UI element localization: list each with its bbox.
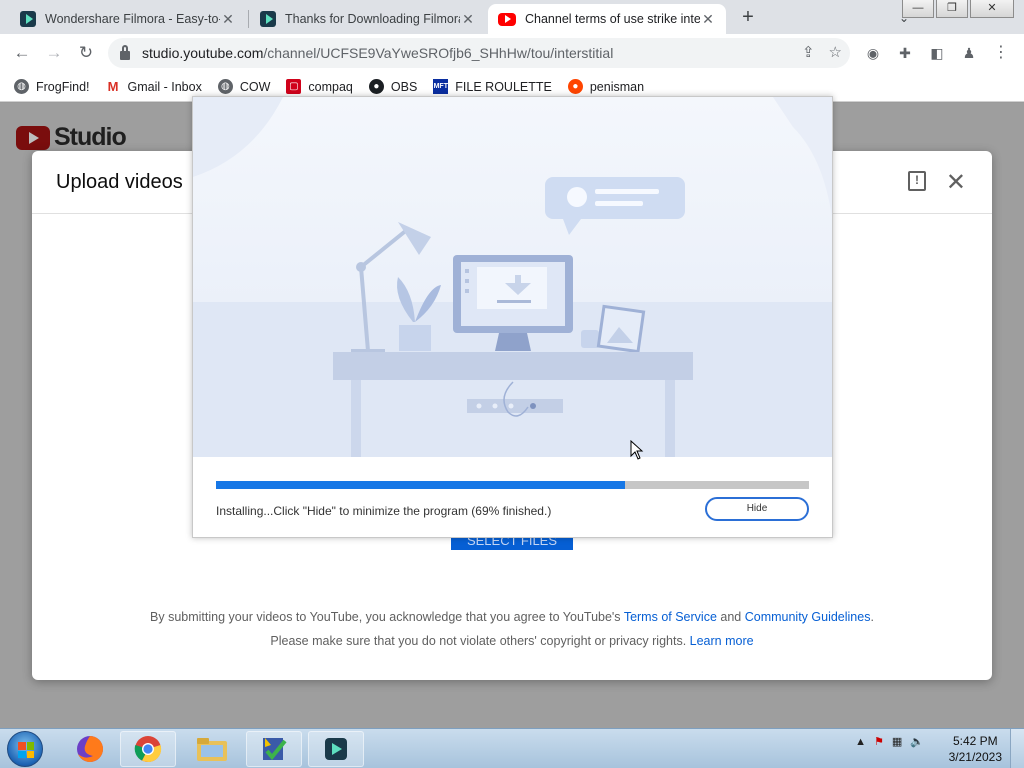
bookmark-label: FrogFind!	[36, 79, 90, 94]
installer-window: Installing...Click "Hide" to minimize th…	[192, 96, 833, 538]
install-progress-fill	[216, 481, 626, 489]
tab-channel-terms[interactable]: Channel terms of use strike inter ✕	[488, 4, 726, 34]
close-tab-icon[interactable]: ✕	[460, 11, 476, 28]
reload-icon[interactable]: ↻	[74, 41, 98, 65]
install-status-text: Installing...Click "Hide" to minimize th…	[216, 504, 552, 518]
learn-more-link[interactable]: Learn more	[690, 634, 754, 648]
filmora-icon	[325, 738, 347, 760]
tab-filmora-easy[interactable]: Wondershare Filmora - Easy-to-U ✕	[10, 4, 246, 34]
clock-time: 5:42 PM	[952, 734, 998, 748]
maximize-button[interactable]: ❐	[936, 0, 968, 18]
studio-logo[interactable]: Studio	[16, 123, 127, 152]
reddit-icon: ●	[567, 79, 583, 94]
volume-muted-icon[interactable]: 🔈	[910, 735, 924, 748]
bookmark-gmail[interactable]: M Gmail - Inbox	[105, 79, 202, 94]
installer-check-icon	[263, 738, 287, 761]
close-tab-icon[interactable]: ✕	[220, 11, 236, 28]
windows-logo-icon	[7, 731, 43, 767]
gmail-icon: M	[105, 79, 121, 94]
legal-text: By submitting your videos to YouTube, yo…	[150, 610, 624, 624]
tab-title: Channel terms of use strike inter	[525, 12, 700, 26]
studio-logo-text: Studio	[54, 123, 127, 151]
desk-scene-illustration	[193, 97, 832, 457]
flag-warning-icon[interactable]: ⚑	[874, 735, 884, 748]
chrome-icon	[134, 736, 162, 763]
close-window-button[interactable]: ✕	[970, 0, 1014, 18]
lock-icon[interactable]	[120, 44, 130, 60]
window-controls: — ❐ ✕	[902, 0, 1014, 18]
compaq-icon: ▢	[286, 79, 302, 94]
url-host: studio.youtube.com	[142, 45, 264, 61]
youtube-logo-icon	[16, 125, 50, 150]
bookmark-penisman[interactable]: ● penisman	[567, 79, 645, 94]
legal-text: Please make sure that you do not violate…	[270, 634, 690, 648]
side-panel-icon[interactable]: ◧	[926, 42, 948, 64]
system-tray: ▲ ⚑ ▦ 🔈	[855, 735, 924, 749]
show-desktop-button[interactable]	[1010, 729, 1024, 768]
taskbar-chrome[interactable]	[120, 731, 176, 767]
share-icon[interactable]: ⇪	[802, 43, 815, 61]
community-guidelines-link[interactable]: Community Guidelines	[745, 610, 871, 624]
terms-of-service-link[interactable]: Terms of Service	[624, 610, 717, 624]
address-bar[interactable]: studio.youtube.com/channel/UCFSE9VaYweSR…	[108, 38, 850, 68]
youtube-icon	[498, 12, 516, 26]
url-path: /channel/UCFSE9VaYweSROfjb6_SHhHw/tou/in…	[263, 45, 614, 61]
bookmark-file-roulette[interactable]: MFT FILE ROULETTE	[433, 79, 552, 94]
back-arrow-icon[interactable]: ←	[10, 41, 34, 65]
bookmark-label: compaq	[308, 79, 353, 94]
bookmark-label: COW	[239, 79, 271, 94]
bookmark-cow[interactable]: ◍ COW	[217, 79, 271, 94]
legal-notice: By submitting your videos to YouTube, yo…	[32, 605, 992, 653]
mft-icon: MFT	[433, 79, 449, 94]
tab-divider	[248, 10, 249, 28]
filmora-icon	[20, 11, 36, 27]
legal-text: and	[716, 610, 745, 624]
bookmark-compaq[interactable]: ▢ compaq	[286, 79, 353, 94]
windows-taskbar: ▲ ⚑ ▦ 🔈 5:42 PM 3/21/2023	[0, 728, 1024, 768]
taskbar-filmora[interactable]	[308, 731, 364, 767]
avatar[interactable]: ♟	[958, 42, 980, 64]
hide-button[interactable]: Hide	[705, 497, 809, 521]
filmora-icon	[260, 11, 276, 27]
start-button[interactable]	[3, 730, 47, 768]
clock-date: 3/21/2023	[948, 750, 1002, 764]
install-progress-bar	[216, 481, 809, 489]
tab-title: Wondershare Filmora - Easy-to-U	[45, 12, 220, 26]
close-icon[interactable]: ✕	[946, 168, 966, 197]
taskbar-clock[interactable]: 5:42 PM 3/21/2023	[949, 733, 1002, 765]
upload-dialog-title: Upload videos	[56, 171, 183, 193]
globe-icon: ◍	[217, 79, 233, 94]
taskbar-installer-app[interactable]	[246, 731, 302, 767]
globe-icon: ◍	[14, 79, 29, 94]
profile-extension-icon[interactable]: ◉	[862, 42, 884, 64]
menu-kebab-icon[interactable]: ⋮	[990, 42, 1012, 64]
folder-icon	[197, 738, 227, 761]
mouse-pointer-icon	[630, 440, 644, 460]
taskbar-firefox[interactable]	[62, 731, 118, 767]
installer-illustration	[193, 97, 832, 457]
browser-tab-strip: Wondershare Filmora - Easy-to-U ✕ Thanks…	[0, 0, 1024, 34]
bookmark-label: Gmail - Inbox	[127, 79, 202, 94]
browser-toolbar: ← → ↻ studio.youtube.com/channel/UCFSE9V…	[0, 34, 1024, 72]
minimize-button[interactable]: —	[902, 0, 934, 18]
extensions-puzzle-icon[interactable]: ✚	[894, 42, 916, 64]
bookmark-label: OBS	[390, 79, 418, 94]
bookmark-label: penisman	[589, 79, 645, 94]
tab-thanks-filmora[interactable]: Thanks for Downloading Filmora ✕	[250, 4, 486, 34]
close-tab-icon[interactable]: ✕	[700, 11, 716, 28]
bookmark-frogfind[interactable]: ◍ FrogFind!	[14, 79, 90, 94]
taskbar-explorer[interactable]	[184, 731, 240, 767]
legal-text: .	[870, 610, 874, 624]
network-icon[interactable]: ▦	[892, 735, 902, 748]
tab-title: Thanks for Downloading Filmora	[285, 12, 460, 26]
forward-arrow-icon[interactable]: →	[42, 41, 66, 65]
bookmark-obs[interactable]: ● OBS	[368, 79, 418, 94]
new-tab-button[interactable]: +	[736, 6, 760, 30]
github-icon: ●	[368, 79, 384, 94]
bookmark-label: FILE ROULETTE	[455, 79, 552, 94]
bookmark-star-icon[interactable]: ☆	[829, 43, 842, 61]
firefox-icon	[77, 736, 103, 762]
show-hidden-icons-icon[interactable]: ▲	[855, 736, 866, 748]
feedback-icon[interactable]: !	[908, 171, 926, 191]
